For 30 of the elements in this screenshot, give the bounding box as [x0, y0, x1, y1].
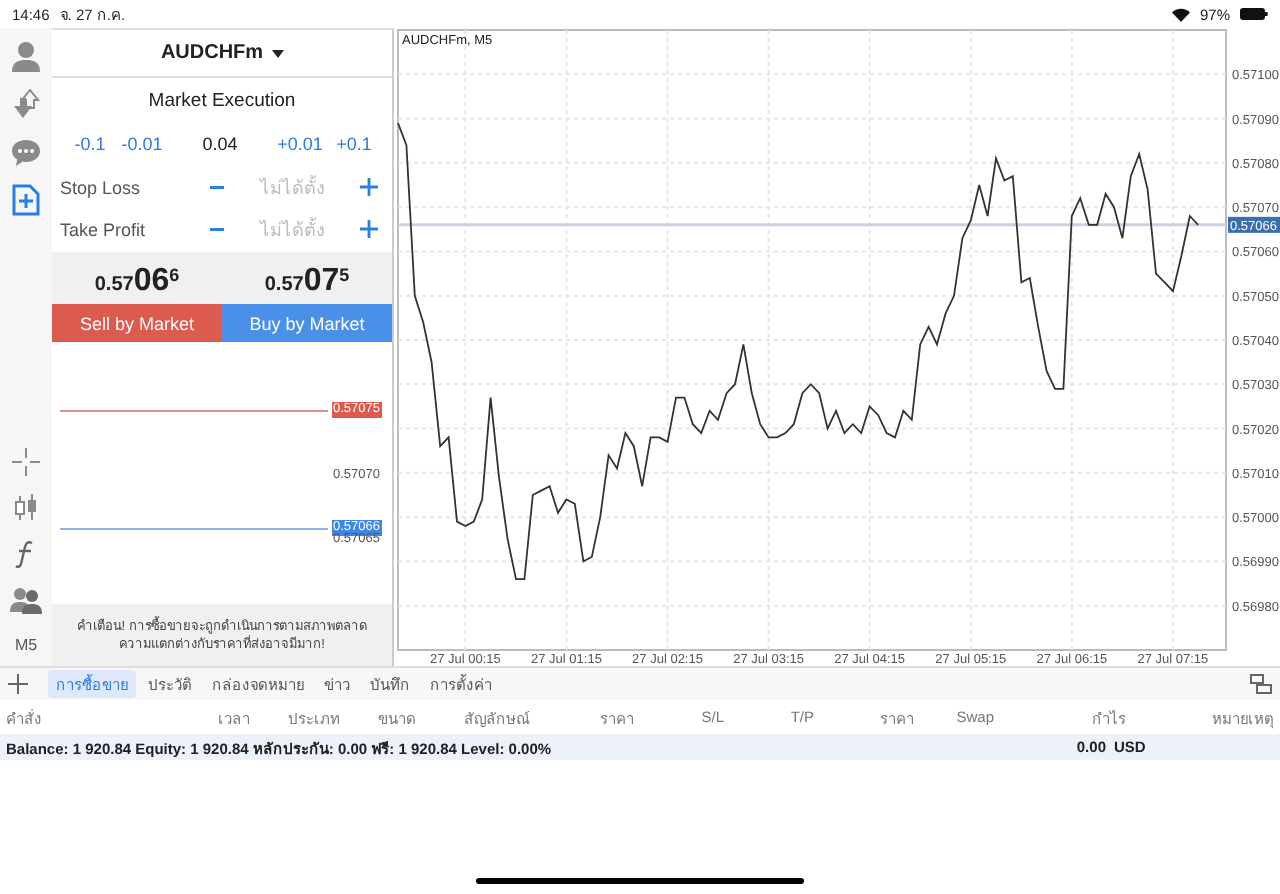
caret-icon[interactable] — [271, 49, 284, 57]
layout-icon[interactable] — [1250, 674, 1272, 694]
sell-button[interactable]: Sell by Market — [52, 304, 222, 342]
volume-step-button[interactable]: +0.1 — [328, 134, 380, 154]
volume-step-button[interactable]: -0.01 — [116, 134, 168, 154]
execution-type[interactable]: Market Execution — [52, 78, 392, 122]
plus-icon[interactable] — [359, 220, 377, 238]
add-document-icon[interactable] — [12, 184, 40, 216]
plus-icon[interactable] — [359, 178, 377, 196]
volume-value[interactable]: 0.04 — [168, 134, 272, 154]
stop-label: Take Profit — [60, 219, 148, 239]
candles-icon[interactable] — [12, 493, 40, 521]
symbol-selector[interactable]: AUDCHFm — [160, 42, 264, 64]
crosshair-icon[interactable] — [12, 447, 40, 475]
wifi-icon — [1171, 7, 1190, 21]
arrows-icon[interactable] — [10, 88, 42, 120]
minus-icon[interactable] — [209, 227, 223, 231]
plus-icon[interactable] — [8, 674, 28, 694]
volume-step-button[interactable]: -0.1 — [64, 134, 116, 154]
people-icon[interactable] — [10, 585, 42, 613]
stop-label: Stop Loss — [60, 177, 143, 197]
volume-step-button[interactable]: +0.01 — [272, 134, 328, 154]
chat-icon[interactable] — [10, 137, 42, 167]
bid-price: 0.5706$^{6}$ — [94, 264, 180, 300]
ask-price: 0.5707$^{5}$ — [264, 264, 350, 300]
timeframe-label[interactable]: M5 — [14, 622, 38, 666]
function-icon[interactable] — [14, 539, 38, 567]
minus-icon[interactable] — [209, 185, 223, 189]
battery-icon — [1240, 8, 1268, 20]
person-icon[interactable] — [10, 40, 42, 72]
